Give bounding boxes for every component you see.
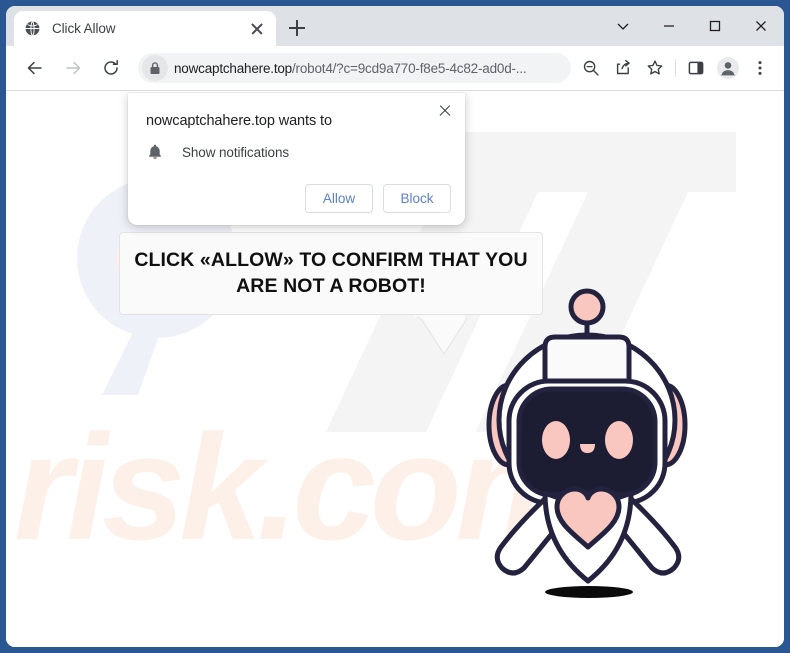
tab-search-button[interactable] [600,6,646,46]
zoom-out-button[interactable] [577,54,605,82]
share-icon [616,59,630,75]
tab-close-icon[interactable] [248,20,266,38]
chevron-down-icon [617,23,629,30]
url-host: nowcaptchahere.top [174,60,292,76]
side-panel-button[interactable] [682,54,710,82]
star-icon [647,60,663,75]
mascot-shadow [545,586,633,598]
profile-button[interactable] [714,54,742,82]
bookmark-button[interactable] [641,54,669,82]
minimize-icon [664,25,674,27]
robot-mascot [483,285,713,605]
address-bar[interactable]: nowcaptchahere.top/robot4/?c=9cd9a770-f8… [138,53,571,83]
page-viewport: risk.com CLICK «ALLOW» TO CONFIRM THAT Y… [6,92,784,647]
bubble-line-2: ARE NOT A ROBOT! [236,274,426,297]
allow-button[interactable]: Allow [305,184,373,213]
avatar-icon [717,57,739,79]
forward-button [58,53,88,83]
panel-icon [688,61,704,75]
reload-button[interactable] [96,53,126,83]
url-text: nowcaptchahere.top/robot4/?c=9cd9a770-f8… [174,61,561,76]
dialog-title: nowcaptchahere.top wants to [146,113,332,129]
arrow-left-icon [27,61,42,75]
notification-permission-dialog: nowcaptchahere.top wants to Show notific… [128,93,465,225]
maximize-icon [709,20,721,32]
bell-icon [149,144,161,159]
reload-icon [104,59,118,75]
toolbar-divider [675,59,676,77]
block-button[interactable]: Block [383,184,451,213]
tab-title: Click Allow [52,21,116,36]
back-button[interactable] [20,53,50,83]
new-tab-button[interactable] [285,16,309,40]
robot-mascot-illustration [486,288,688,598]
share-button[interactable] [609,54,637,82]
minimize-button[interactable] [646,6,692,46]
browser-toolbar: nowcaptchahere.top/robot4/?c=9cd9a770-f8… [6,46,784,91]
bubble-line-1: CLICK «ALLOW» TO CONFIRM THAT YOU [134,248,528,271]
tab-strip: Click Allow [6,6,784,46]
dialog-close-icon[interactable] [435,101,455,121]
browser-tab[interactable]: Click Allow [14,11,276,46]
globe-icon [24,20,41,37]
maximize-button[interactable] [692,6,738,46]
close-icon [756,21,766,31]
browser-window: Click Allow nowcaptchahere.top/robot4/?c… [6,6,784,647]
window-controls [600,6,784,46]
permission-label: Show notifications [182,144,290,160]
speech-bubble: CLICK «ALLOW» TO CONFIRM THAT YOU ARE NO… [119,232,543,315]
three-dots-icon [758,61,762,75]
chrome-menu-button[interactable] [746,54,774,82]
magnifier-minus-icon [583,60,599,76]
permission-row: Show notifications [146,143,289,161]
browser-window-frame: Click Allow nowcaptchahere.top/robot4/?c… [0,0,790,653]
dialog-actions: Allow Block [305,184,451,213]
speech-bubble-tail [414,314,467,355]
close-window-button[interactable] [738,6,784,46]
speech-bubble-text: CLICK «ALLOW» TO CONFIRM THAT YOU ARE NO… [124,248,537,299]
url-path: /robot4/?c=9cd9a770-f8e5-4c82-ad0d-... [292,60,527,76]
arrow-right-icon [66,61,81,75]
site-info-button[interactable] [142,55,168,81]
lock-icon [150,62,160,74]
